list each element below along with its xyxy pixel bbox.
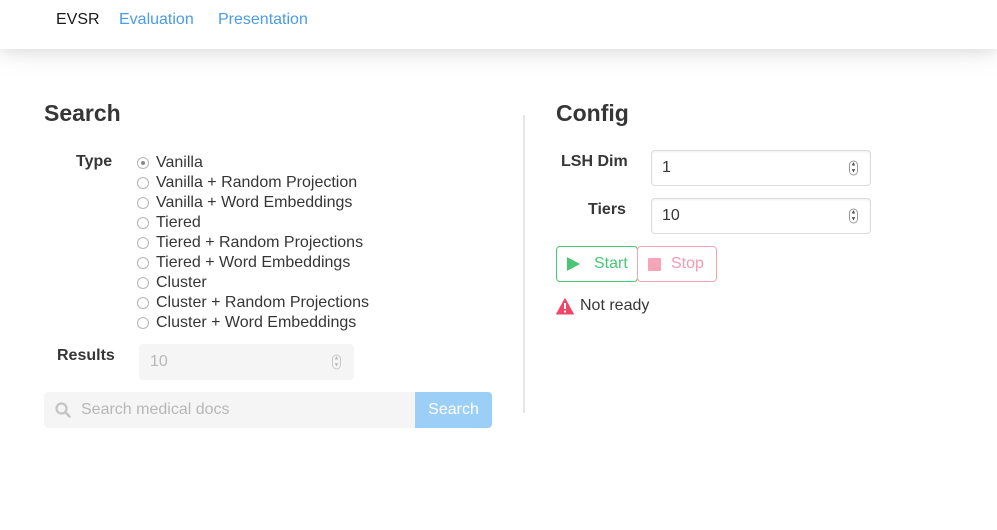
- radio-button[interactable]: [137, 297, 149, 309]
- radio-button[interactable]: [137, 277, 149, 289]
- play-icon: [567, 257, 580, 271]
- radio-option-cluster[interactable]: Cluster: [137, 273, 207, 293]
- status-text: Not ready: [580, 297, 650, 314]
- start-label: Start: [594, 255, 628, 272]
- radio-button[interactable]: [137, 157, 149, 169]
- radio-label: Cluster + Random Projections: [156, 294, 369, 311]
- radio-button[interactable]: [137, 257, 149, 269]
- radio-option-vanilla-random-projection[interactable]: Vanilla + Random Projection: [137, 173, 357, 193]
- results-value: 10: [150, 353, 168, 370]
- radio-button[interactable]: [137, 237, 149, 249]
- start-button[interactable]: Start: [556, 246, 638, 282]
- search-bar: Search medical docs Search: [44, 392, 492, 428]
- config-title: Config: [556, 100, 629, 126]
- radio-label: Vanilla: [156, 154, 203, 171]
- spinner-icon[interactable]: ▲ ▼: [849, 160, 858, 176]
- search-placeholder: Search medical docs: [81, 401, 230, 418]
- nav-link-presentation[interactable]: Presentation: [218, 10, 308, 30]
- radio-label: Tiered + Random Projections: [156, 234, 364, 251]
- results-label: Results: [57, 347, 115, 364]
- radio-option-vanilla-word-embeddings[interactable]: Vanilla + Word Embeddings: [137, 193, 352, 213]
- tiers-input[interactable]: 10 ▲ ▼: [651, 198, 871, 234]
- radio-button[interactable]: [137, 177, 149, 189]
- radio-label: Vanilla + Word Embeddings: [156, 194, 353, 211]
- panel-divider: [523, 115, 525, 413]
- radio-option-tiered-random-projections[interactable]: Tiered + Random Projections: [137, 233, 363, 253]
- radio-label: Cluster + Word Embeddings: [156, 314, 357, 331]
- tiers-label: Tiers: [588, 201, 626, 218]
- lsh-dim-input[interactable]: 1 ▲ ▼: [651, 150, 871, 186]
- radio-button[interactable]: [137, 197, 149, 209]
- search-icon: [55, 402, 71, 418]
- search-title: Search: [44, 100, 121, 126]
- radio-option-tiered[interactable]: Tiered: [137, 213, 201, 233]
- radio-label: Vanilla + Random Projection: [156, 174, 358, 191]
- lsh-dim-value: 1: [662, 159, 671, 176]
- radio-option-tiered-word-embeddings[interactable]: Tiered + Word Embeddings: [137, 253, 350, 273]
- radio-option-cluster-random-projections[interactable]: Cluster + Random Projections: [137, 293, 369, 313]
- type-label: Type: [76, 153, 113, 170]
- radio-button[interactable]: [137, 317, 149, 329]
- radio-option-vanilla[interactable]: Vanilla: [137, 153, 203, 173]
- radio-label: Tiered + Word Embeddings: [156, 254, 351, 271]
- spinner-icon[interactable]: ▲ ▼: [849, 208, 858, 224]
- stop-icon: [648, 257, 661, 271]
- status-indicator: Not ready: [556, 296, 649, 316]
- results-input: 10 ▲ ▼: [139, 344, 354, 380]
- navbar: EVSR Evaluation Presentation: [0, 0, 997, 49]
- radio-label: Tiered: [156, 214, 201, 231]
- search-button[interactable]: Search: [415, 392, 492, 428]
- radio-option-cluster-word-embeddings[interactable]: Cluster + Word Embeddings: [137, 313, 356, 333]
- spinner-icon: ▲ ▼: [332, 354, 341, 370]
- radio-label: Cluster: [156, 274, 207, 291]
- radio-button[interactable]: [137, 217, 149, 229]
- stop-label: Stop: [671, 255, 704, 272]
- warning-icon: [556, 297, 574, 314]
- brand-link[interactable]: EVSR: [56, 10, 100, 30]
- tiers-value: 10: [662, 207, 680, 224]
- nav-link-evaluation[interactable]: Evaluation: [119, 10, 194, 30]
- lsh-dim-label: LSH Dim: [561, 153, 628, 170]
- search-input[interactable]: Search medical docs: [44, 392, 415, 428]
- stop-button[interactable]: Stop: [637, 246, 717, 282]
